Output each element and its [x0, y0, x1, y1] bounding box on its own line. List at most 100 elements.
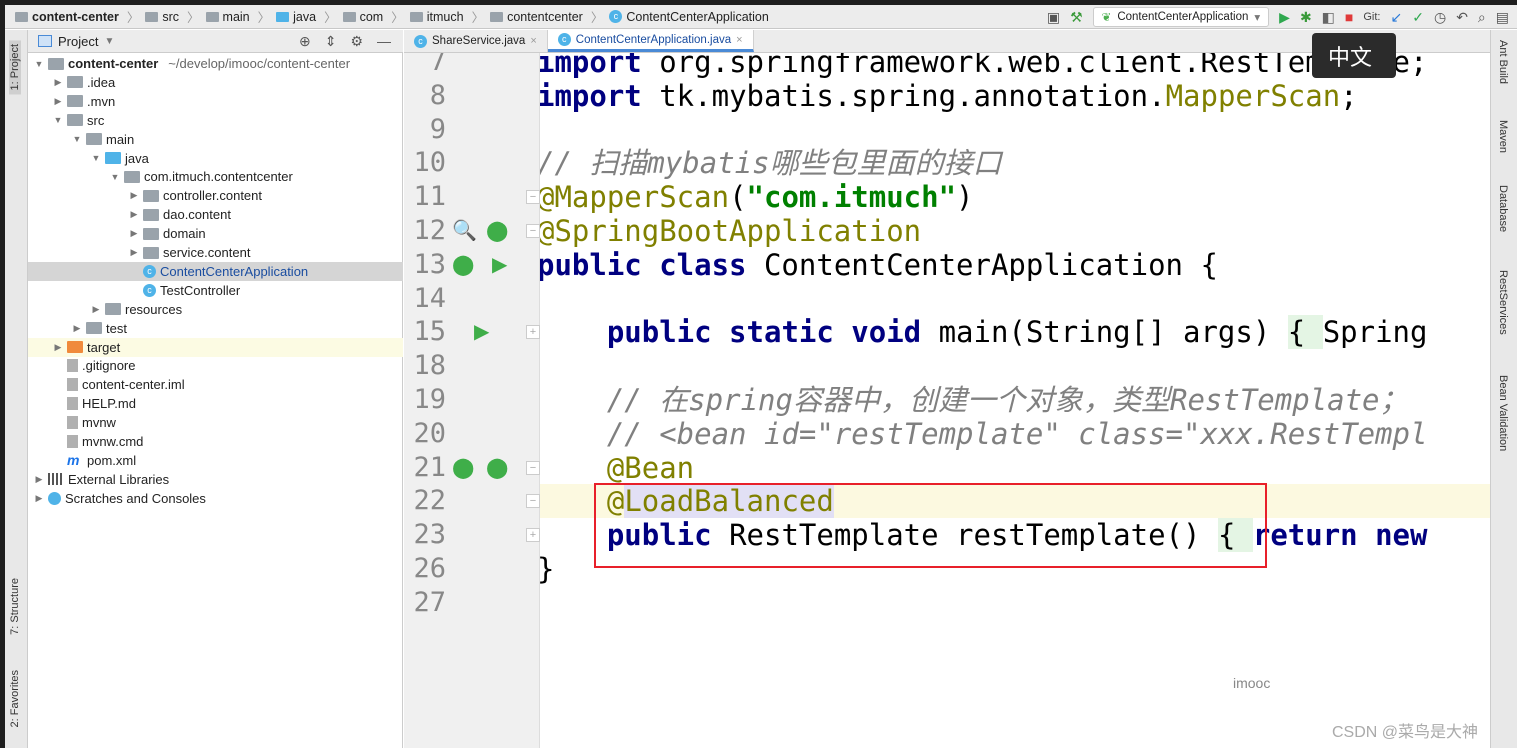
spring-bean-icon[interactable]: ⬤ [486, 451, 508, 485]
tree-item[interactable]: ▶ Scratches and Consoles [28, 489, 403, 508]
spring-bean-icon[interactable]: ⬤ [486, 214, 508, 248]
chevron-right-icon: ▶ [130, 190, 138, 201]
tree-item[interactable]: ▶ dao.content [28, 205, 403, 224]
fold-marker-icon[interactable]: − [526, 190, 540, 205]
tree-item[interactable]: ▼ content-center ~/develop/imooc/content-c… [28, 54, 403, 73]
tree-item[interactable]: ▶ test [28, 319, 403, 338]
run-configuration-select[interactable]: ❦ ContentCenterApplication ▾ [1092, 7, 1270, 27]
breadcrumb-src[interactable]: src 〉 [145, 7, 200, 26]
history-icon[interactable]: ◷ [1434, 10, 1446, 24]
gear-icon[interactable]: ⚙ [350, 33, 363, 50]
input-method-tooltip: 中文 [1312, 33, 1396, 78]
project-tool-button[interactable]: 1: Project [9, 40, 21, 95]
run-gutter-icon[interactable]: ▶ [474, 315, 489, 349]
tree-item[interactable]: ▶ .mvn [28, 92, 403, 111]
main-toolbar: ▣ ⚒ ❦ ContentCenterApplication ▾ ▶ ✱ ◧ ■ G… [1047, 5, 1517, 29]
tab-label: ContentCenterApplication.java [575, 33, 732, 46]
tree-item[interactable]: ▶ .idea [28, 73, 403, 92]
breadcrumb-contentcenter[interactable]: contentcenter 〉 [490, 7, 603, 26]
debug-icon[interactable]: ✱ [1300, 10, 1312, 24]
breadcrumb-java[interactable]: java 〉 [276, 7, 337, 26]
tab-content-center-application[interactable]: c ContentCenterApplication.java × [547, 30, 754, 52]
breadcrumb-com[interactable]: com 〉 [342, 7, 404, 26]
tool-window-restservices[interactable]: RestServices [1497, 270, 1509, 335]
tree-item[interactable]: ▼ com.itmuch.contentcenter [28, 167, 403, 186]
spring-bean-search-icon[interactable]: 🔍 [452, 214, 477, 248]
tree-item[interactable]: ▼ java [28, 149, 403, 168]
build-hammer-icon[interactable]: ⚒ [1070, 10, 1083, 24]
spring-bean-icon[interactable]: ⬤ [452, 451, 474, 485]
coverage-icon[interactable]: ◧ [1322, 10, 1335, 24]
tree-item[interactable]: c TestController [28, 281, 403, 300]
tree-item-label: resources [125, 301, 183, 317]
terminal-icon[interactable]: ▣ [1047, 10, 1060, 24]
fold-marker-icon[interactable]: + [526, 325, 540, 340]
collapse-all-icon[interactable]: ⇕ [325, 33, 337, 50]
tree-item-label: TestController [160, 282, 241, 298]
tool-window-bean-validation[interactable]: Bean Validation [1497, 375, 1509, 451]
code-token: MapperScan [1165, 78, 1341, 113]
spring-bean-icon[interactable]: ⬤ [452, 248, 474, 282]
breadcrumb-main[interactable]: main 〉 [205, 7, 270, 26]
tree-item[interactable]: content-center.iml [28, 375, 403, 394]
git-label: Git: [1363, 11, 1381, 23]
stop-icon[interactable]: ■ [1345, 10, 1353, 24]
tree-item-label: domain [163, 226, 206, 242]
library-icon [48, 473, 64, 486]
tool-window-maven[interactable]: Maven [1497, 120, 1509, 153]
locate-icon[interactable]: ⊕ [299, 33, 311, 50]
structure-tool-button[interactable]: 7: Structure [9, 578, 21, 635]
search-icon[interactable]: ⌕ [1478, 10, 1486, 24]
fold-marker-icon[interactable]: − [526, 460, 540, 475]
line-number: 8 [429, 79, 446, 111]
tree-item[interactable]: ▶ resources [28, 300, 403, 319]
project-view-selector[interactable]: Project [58, 34, 98, 49]
tree-item[interactable]: ▼ src [28, 111, 403, 130]
line-number: 7 [429, 53, 446, 77]
line-number: 9 [429, 113, 446, 145]
tree-item[interactable]: ▼ main [28, 130, 403, 149]
fold-marker-icon[interactable]: − [526, 494, 540, 509]
tree-item[interactable]: m pom.xml [28, 451, 403, 470]
tree-item[interactable]: mvnw.cmd [28, 432, 403, 451]
file-icon [67, 416, 78, 430]
git-update-icon[interactable]: ↙ [1391, 10, 1403, 24]
breadcrumb-class[interactable]: c ContentCenterApplication [609, 10, 769, 24]
fold-marker-icon[interactable]: − [526, 224, 540, 238]
chevron-right-icon: ▶ [54, 95, 62, 106]
tree-item[interactable]: c ContentCenterApplication [28, 261, 403, 281]
code-editor[interactable]: 7 8 9 10 11−12 🔍 ⬤ −13 ⬤ ▶ 14 15 ▶ +18 19 20 21 ⬤ ⬤ −22−23 +… [404, 53, 1490, 748]
tree-item[interactable]: ▶ External Libraries [28, 470, 403, 489]
tree-item[interactable]: mvnw [28, 413, 403, 432]
package-icon [143, 208, 159, 221]
chevron-down-icon[interactable]: ▼ [104, 36, 114, 47]
project-structure-icon[interactable]: ▤ [1496, 10, 1509, 24]
breadcrumb-label: java [293, 9, 317, 24]
tree-item[interactable]: HELP.md [28, 394, 403, 413]
package-icon [342, 11, 356, 22]
close-icon[interactable]: × [736, 34, 742, 46]
git-commit-icon[interactable]: ✓ [1412, 10, 1424, 24]
breadcrumb-project[interactable]: content-center 〉 [15, 7, 139, 26]
folder-icon [86, 133, 102, 146]
line-number: 23 [413, 519, 446, 551]
favorites-tool-button[interactable]: 2: Favorites [9, 670, 21, 727]
tree-item[interactable]: ▶ service.content [28, 243, 403, 262]
close-icon[interactable]: × [530, 35, 536, 47]
hide-icon[interactable]: — [377, 33, 391, 50]
rollback-icon[interactable]: ↶ [1456, 10, 1468, 24]
tree-item[interactable]: ▶ target [28, 337, 403, 357]
tree-item[interactable]: ▶ domain [28, 224, 403, 243]
tool-window-ant-build[interactable]: Ant Build [1497, 40, 1509, 84]
breadcrumb-itmuch[interactable]: itmuch 〉 [409, 7, 484, 26]
tree-item[interactable]: .gitignore [28, 356, 403, 375]
run-gutter-icon[interactable]: ▶ [492, 248, 507, 282]
tab-share-service[interactable]: c ShareService.java × [404, 30, 548, 52]
project-tree: ▼ content-center ~/develop/imooc/content-c… [28, 53, 403, 748]
run-icon[interactable]: ▶ [1279, 10, 1290, 24]
tree-item[interactable]: ▶ controller.content [28, 186, 403, 205]
fold-marker-icon[interactable]: + [526, 528, 540, 543]
tool-window-database[interactable]: Database [1497, 185, 1509, 232]
